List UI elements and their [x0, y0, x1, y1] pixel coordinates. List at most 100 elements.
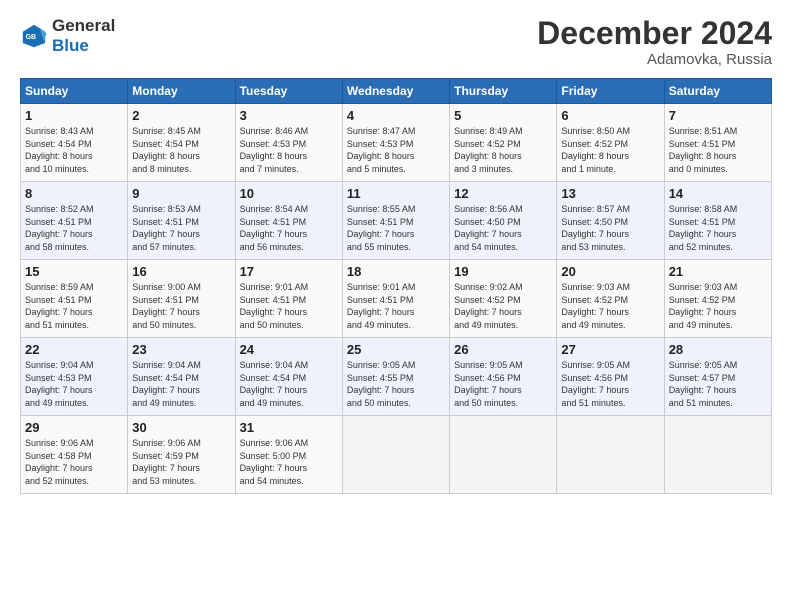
day-info: Sunrise: 8:53 AM Sunset: 4:51 PM Dayligh…	[132, 203, 230, 253]
day-number: 13	[561, 186, 659, 201]
calendar-cell	[664, 416, 771, 494]
day-number: 10	[240, 186, 338, 201]
calendar-cell: 2 Sunrise: 8:45 AM Sunset: 4:54 PM Daylig…	[128, 104, 235, 182]
page: GB General Blue December 2024 Adamovka, …	[0, 0, 792, 612]
calendar-cell: 6 Sunrise: 8:50 AM Sunset: 4:52 PM Daylig…	[557, 104, 664, 182]
day-number: 21	[669, 264, 767, 279]
col-sunday: Sunday	[21, 79, 128, 104]
day-info: Sunrise: 9:05 AM Sunset: 4:55 PM Dayligh…	[347, 359, 445, 409]
calendar-cell: 27 Sunrise: 9:05 AM Sunset: 4:56 PM Dayli…	[557, 338, 664, 416]
day-number: 8	[25, 186, 123, 201]
calendar-cell: 16 Sunrise: 9:00 AM Sunset: 4:51 PM Dayli…	[128, 260, 235, 338]
calendar-cell: 30 Sunrise: 9:06 AM Sunset: 4:59 PM Dayli…	[128, 416, 235, 494]
calendar-cell: 11Sunrise: 8:55 AM Sunset: 4:51 PM Dayli…	[342, 182, 449, 260]
logo: GB General Blue	[20, 16, 115, 56]
day-number: 6	[561, 108, 659, 123]
calendar-cell: 18 Sunrise: 9:01 AM Sunset: 4:51 PM Dayli…	[342, 260, 449, 338]
col-wednesday: Wednesday	[342, 79, 449, 104]
day-number: 11	[347, 186, 445, 201]
day-info: Sunrise: 9:00 AM Sunset: 4:51 PM Dayligh…	[132, 281, 230, 331]
header: GB General Blue December 2024 Adamovka, …	[20, 16, 772, 68]
day-number: 29	[25, 420, 123, 435]
day-number: 17	[240, 264, 338, 279]
day-info: Sunrise: 8:59 AM Sunset: 4:51 PM Dayligh…	[25, 281, 123, 331]
day-info: Sunrise: 8:49 AM Sunset: 4:52 PM Dayligh…	[454, 125, 552, 175]
svg-text:GB: GB	[26, 34, 36, 41]
calendar-cell: 25 Sunrise: 9:05 AM Sunset: 4:55 PM Dayli…	[342, 338, 449, 416]
day-number: 16	[132, 264, 230, 279]
calendar-cell: 1 Sunrise: 8:43 AM Sunset: 4:54 PM Daylig…	[21, 104, 128, 182]
day-number: 27	[561, 342, 659, 357]
day-number: 23	[132, 342, 230, 357]
day-number: 15	[25, 264, 123, 279]
day-info: Sunrise: 8:43 AM Sunset: 4:54 PM Dayligh…	[25, 125, 123, 175]
day-number: 20	[561, 264, 659, 279]
day-info: Sunrise: 9:05 AM Sunset: 4:57 PM Dayligh…	[669, 359, 767, 409]
day-info: Sunrise: 9:01 AM Sunset: 4:51 PM Dayligh…	[240, 281, 338, 331]
calendar-cell: 4 Sunrise: 8:47 AM Sunset: 4:53 PM Daylig…	[342, 104, 449, 182]
calendar-week-3: 15 Sunrise: 8:59 AM Sunset: 4:51 PM Dayli…	[21, 260, 772, 338]
calendar-cell: 31 Sunrise: 9:06 AM Sunset: 5:00 PM Dayli…	[235, 416, 342, 494]
day-info: Sunrise: 8:56 AM Sunset: 4:50 PM Dayligh…	[454, 203, 552, 253]
logo-icon: GB	[20, 22, 48, 50]
calendar-cell: 7 Sunrise: 8:51 AM Sunset: 4:51 PM Daylig…	[664, 104, 771, 182]
day-info: Sunrise: 8:57 AM Sunset: 4:50 PM Dayligh…	[561, 203, 659, 253]
day-info: Sunrise: 8:47 AM Sunset: 4:53 PM Dayligh…	[347, 125, 445, 175]
calendar-week-4: 22 Sunrise: 9:04 AM Sunset: 4:53 PM Dayli…	[21, 338, 772, 416]
day-number: 18	[347, 264, 445, 279]
day-info: Sunrise: 9:04 AM Sunset: 4:54 PM Dayligh…	[240, 359, 338, 409]
day-number: 31	[240, 420, 338, 435]
day-info: Sunrise: 9:04 AM Sunset: 4:53 PM Dayligh…	[25, 359, 123, 409]
day-number: 22	[25, 342, 123, 357]
col-thursday: Thursday	[450, 79, 557, 104]
col-friday: Friday	[557, 79, 664, 104]
day-info: Sunrise: 9:03 AM Sunset: 4:52 PM Dayligh…	[669, 281, 767, 331]
calendar-cell: 22 Sunrise: 9:04 AM Sunset: 4:53 PM Dayli…	[21, 338, 128, 416]
day-number: 28	[669, 342, 767, 357]
day-number: 24	[240, 342, 338, 357]
day-number: 25	[347, 342, 445, 357]
calendar-cell: 5Sunrise: 8:49 AM Sunset: 4:52 PM Daylig…	[450, 104, 557, 182]
day-number: 2	[132, 108, 230, 123]
location-subtitle: Adamovka, Russia	[537, 51, 772, 68]
day-info: Sunrise: 9:05 AM Sunset: 4:56 PM Dayligh…	[561, 359, 659, 409]
calendar-cell: 8 Sunrise: 8:52 AM Sunset: 4:51 PM Daylig…	[21, 182, 128, 260]
day-info: Sunrise: 9:06 AM Sunset: 5:00 PM Dayligh…	[240, 437, 338, 487]
day-info: Sunrise: 8:50 AM Sunset: 4:52 PM Dayligh…	[561, 125, 659, 175]
header-row: Sunday Monday Tuesday Wednesday Thursday…	[21, 79, 772, 104]
day-number: 1	[25, 108, 123, 123]
day-info: Sunrise: 8:51 AM Sunset: 4:51 PM Dayligh…	[669, 125, 767, 175]
col-monday: Monday	[128, 79, 235, 104]
title-block: December 2024 Adamovka, Russia	[537, 16, 772, 68]
logo-blue: Blue	[52, 36, 115, 56]
day-number: 4	[347, 108, 445, 123]
calendar-cell: 23 Sunrise: 9:04 AM Sunset: 4:54 PM Dayli…	[128, 338, 235, 416]
day-info: Sunrise: 9:01 AM Sunset: 4:51 PM Dayligh…	[347, 281, 445, 331]
day-number: 26	[454, 342, 552, 357]
calendar-cell: 12Sunrise: 8:56 AM Sunset: 4:50 PM Dayli…	[450, 182, 557, 260]
day-number: 30	[132, 420, 230, 435]
calendar-cell: 14 Sunrise: 8:58 AM Sunset: 4:51 PM Dayli…	[664, 182, 771, 260]
day-info: Sunrise: 8:45 AM Sunset: 4:54 PM Dayligh…	[132, 125, 230, 175]
calendar-table: Sunday Monday Tuesday Wednesday Thursday…	[20, 78, 772, 494]
day-info: Sunrise: 9:04 AM Sunset: 4:54 PM Dayligh…	[132, 359, 230, 409]
calendar-cell: 26 Sunrise: 9:05 AM Sunset: 4:56 PM Dayli…	[450, 338, 557, 416]
calendar-week-5: 29Sunrise: 9:06 AM Sunset: 4:58 PM Dayli…	[21, 416, 772, 494]
calendar-week-2: 8 Sunrise: 8:52 AM Sunset: 4:51 PM Daylig…	[21, 182, 772, 260]
calendar-cell: 29Sunrise: 9:06 AM Sunset: 4:58 PM Dayli…	[21, 416, 128, 494]
day-number: 7	[669, 108, 767, 123]
day-info: Sunrise: 9:06 AM Sunset: 4:59 PM Dayligh…	[132, 437, 230, 487]
day-info: Sunrise: 8:52 AM Sunset: 4:51 PM Dayligh…	[25, 203, 123, 253]
logo-general: General	[52, 16, 115, 36]
day-number: 14	[669, 186, 767, 201]
day-info: Sunrise: 8:58 AM Sunset: 4:51 PM Dayligh…	[669, 203, 767, 253]
day-info: Sunrise: 9:05 AM Sunset: 4:56 PM Dayligh…	[454, 359, 552, 409]
col-saturday: Saturday	[664, 79, 771, 104]
col-tuesday: Tuesday	[235, 79, 342, 104]
calendar-cell: 10Sunrise: 8:54 AM Sunset: 4:51 PM Dayli…	[235, 182, 342, 260]
day-info: Sunrise: 8:46 AM Sunset: 4:53 PM Dayligh…	[240, 125, 338, 175]
calendar-cell	[450, 416, 557, 494]
day-number: 9	[132, 186, 230, 201]
calendar-cell	[342, 416, 449, 494]
day-info: Sunrise: 9:03 AM Sunset: 4:52 PM Dayligh…	[561, 281, 659, 331]
